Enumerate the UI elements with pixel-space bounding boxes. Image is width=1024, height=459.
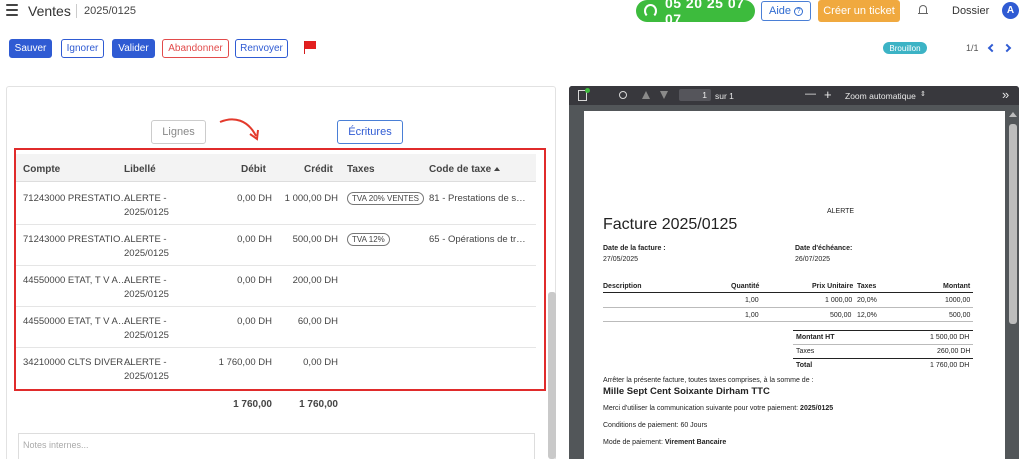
menu-icon[interactable] — [6, 4, 18, 16]
breadcrumb-divider — [76, 4, 77, 18]
chevron-right-icon[interactable] — [1002, 43, 1012, 53]
flag-icon[interactable] — [304, 41, 316, 54]
save-button[interactable]: Sauver — [9, 39, 52, 58]
line-tax: 12,0% — [857, 312, 877, 319]
invoice-title: Facture 2025/0125 — [603, 216, 738, 233]
payment-mode: Virement Bancaire — [664, 439, 727, 446]
taxes-label: Taxes — [796, 348, 815, 355]
resend-button[interactable]: Renvoyer — [235, 39, 288, 58]
phone-support-button[interactable]: 05 20 25 07 07 — [636, 0, 755, 27]
tab-entries[interactable]: Écritures — [337, 120, 403, 144]
due-date-label: Date d'échéance: — [795, 245, 853, 252]
payment-ref-label: Merci d'utiliser la communication suivan… — [603, 405, 799, 412]
ht-label: Montant HT — [796, 334, 835, 341]
col-amount: Montant — [943, 283, 971, 290]
col-taxes: Taxes — [857, 283, 877, 290]
question-circle-icon: ? — [794, 6, 804, 16]
col-unit-price: Prix Unitaire — [812, 283, 854, 290]
invoice-company: ALERTE — [827, 208, 855, 215]
payment-mode-line: Mode de paiement: Virement Bancaire — [603, 439, 726, 446]
scroll-up-icon[interactable] — [1009, 112, 1017, 117]
col-quantity: Quantité — [731, 283, 760, 290]
zoom-select[interactable]: Zoom automatique — [845, 91, 916, 101]
avatar[interactable]: A — [1002, 2, 1019, 19]
highlight-box — [14, 148, 546, 391]
status-dot-icon — [585, 88, 590, 93]
scrollbar[interactable] — [548, 292, 556, 459]
annotation-arrow — [219, 118, 259, 141]
amount-words: Mille Sept Cent Soixante Dirham TTC — [603, 386, 770, 397]
line-amount: 500,00 — [949, 312, 971, 319]
help-button[interactable]: Aide ? — [761, 1, 811, 21]
abandon-button[interactable]: Abandonner — [162, 39, 229, 58]
pdf-toolbar — [569, 86, 1019, 105]
chevron-left-icon[interactable] — [987, 43, 997, 53]
total-label: Total — [796, 362, 813, 369]
pager-count: 1/1 — [966, 43, 979, 53]
invoice-line-rule — [603, 321, 973, 322]
arrow-up-icon[interactable] — [642, 91, 650, 99]
totals-rule — [793, 344, 973, 345]
taxes-value: 260,00 DH — [937, 348, 971, 355]
payment-ref: 2025/0125 — [800, 405, 834, 412]
help-label: Aide — [768, 5, 792, 17]
internal-notes-field[interactable]: Notes internes... — [18, 433, 535, 459]
invoice-date: 27/05/2025 — [603, 256, 639, 263]
headset-icon — [644, 4, 657, 18]
line-quantity: 1,00 — [745, 297, 759, 304]
arrow-down-icon[interactable] — [660, 91, 668, 99]
page-number-input[interactable]: 1 — [679, 89, 711, 101]
payment-terms: Conditions de paiement: 60 Jours — [603, 422, 708, 429]
invoice-header-rule — [603, 292, 973, 293]
zoom-in-button[interactable]: + — [824, 87, 832, 102]
line-amount: 1000,00 — [945, 297, 971, 304]
more-tools-button[interactable]: » — [1002, 87, 1009, 102]
invoice-date-label: Date de la facture : — [603, 245, 666, 252]
pdf-scrollbar[interactable] — [1009, 124, 1017, 324]
search-icon[interactable] — [619, 91, 627, 99]
zoom-out-button[interactable]: — — [805, 88, 816, 100]
status-badge: Brouillon — [883, 42, 927, 54]
phone-number: 05 20 25 07 07 — [664, 0, 745, 27]
line-tax: 20,0% — [857, 297, 877, 304]
chevron-updown-icon: ⇕ — [920, 91, 926, 98]
tab-lines[interactable]: Lignes — [151, 120, 206, 144]
ignore-button[interactable]: Ignorer — [61, 39, 104, 58]
validate-button[interactable]: Valider — [112, 39, 155, 58]
totals-rule — [793, 330, 973, 331]
breadcrumb-record: 2025/0125 — [84, 5, 136, 17]
line-quantity: 1,00 — [745, 312, 759, 319]
app-title[interactable]: Ventes — [28, 3, 71, 19]
total-value: 1 760,00 DH — [930, 362, 970, 369]
line-unit-price: 1 000,00 — [825, 297, 853, 304]
total-credit: 1 760,00 — [299, 399, 338, 410]
col-description: Description — [603, 283, 642, 290]
total-debit: 1 760,00 — [233, 399, 272, 410]
totals-rule — [793, 358, 973, 359]
payment-mode-label: Mode de paiement: — [603, 439, 663, 446]
bell-icon[interactable] — [918, 5, 928, 16]
due-date: 26/07/2025 — [795, 256, 831, 263]
payment-ref-line: Merci d'utiliser la communication suivan… — [603, 405, 833, 412]
page-total: sur 1 — [715, 91, 734, 101]
create-ticket-button[interactable]: Créer un ticket — [818, 0, 900, 22]
ht-value: 1 500,00 DH — [930, 334, 970, 341]
line-unit-price: 500,00 — [830, 312, 852, 319]
top-bar: Ventes 2025/0125 05 20 25 07 07 Aide ? C… — [0, 0, 1024, 27]
dossier-menu[interactable]: Dossier — [952, 5, 989, 17]
invoice-line-rule — [603, 307, 973, 308]
amount-words-intro: Arrêter la présente facture, toutes taxe… — [603, 377, 814, 384]
